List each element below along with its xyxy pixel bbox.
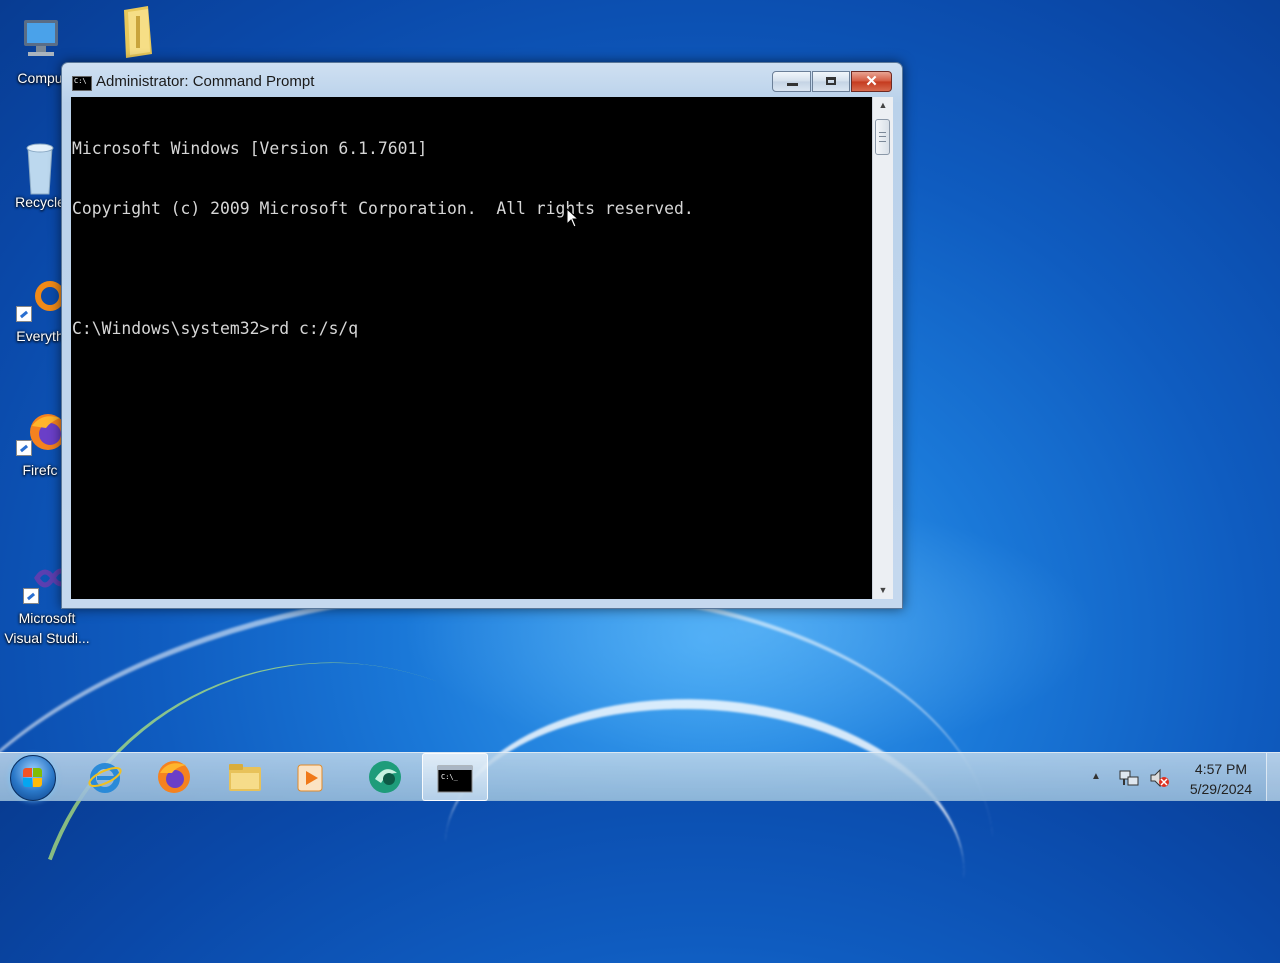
ie-icon xyxy=(87,759,123,795)
desktop-icon-label: Firefc xyxy=(22,462,58,478)
desktop-icon-folder[interactable] xyxy=(88,4,184,58)
desktop-icon-label: Everyth xyxy=(16,328,64,344)
everything-search-icon xyxy=(16,274,65,322)
app-icon xyxy=(367,759,403,795)
shortcut-arrow-icon xyxy=(16,440,32,456)
close-button[interactable]: ✕ xyxy=(851,71,892,92)
cmd-icon: C:\_ xyxy=(437,760,473,796)
recycle-bin-icon xyxy=(16,140,64,195)
maximize-button[interactable] xyxy=(812,71,850,92)
start-button[interactable] xyxy=(10,755,56,801)
svg-text:C:\_: C:\_ xyxy=(441,773,459,781)
taskbar-item-app[interactable] xyxy=(354,753,416,801)
computer-icon xyxy=(16,16,64,64)
desktop-icon-label: Microsoft Visual Studi... xyxy=(4,610,90,646)
show-hidden-icons-icon[interactable]: ▲ xyxy=(1088,769,1104,785)
close-icon: ✕ xyxy=(865,73,878,90)
scroll-thumb[interactable] xyxy=(875,119,890,155)
clock-date: 5/29/2024 xyxy=(1189,781,1253,797)
title-bar[interactable]: Administrator: Command Prompt ✕ xyxy=(62,63,902,97)
vertical-scrollbar[interactable]: ▲ ▼ xyxy=(872,97,893,599)
taskbar-item-firefox[interactable] xyxy=(143,753,205,801)
console-output[interactable]: Microsoft Windows [Version 6.1.7601] Cop… xyxy=(71,97,872,599)
show-desktop-button[interactable] xyxy=(1266,753,1280,801)
volume-muted-icon[interactable] xyxy=(1148,767,1170,789)
folder-icon xyxy=(227,759,263,795)
console-prompt-line: C:\Windows\system32>rd c:/s/q xyxy=(72,319,359,338)
taskbar-item-command-prompt[interactable]: C:\_ xyxy=(422,753,488,801)
desktop-icon-label: Compu xyxy=(17,70,63,86)
network-icon[interactable] xyxy=(1118,767,1140,789)
console-line: Copyright (c) 2009 Microsoft Corporation… xyxy=(72,199,694,218)
console-line: Microsoft Windows [Version 6.1.7601] xyxy=(72,139,428,158)
command-prompt-window[interactable]: Administrator: Command Prompt ✕ Microsof… xyxy=(61,62,903,609)
clock[interactable]: 4:57 PM 5/29/2024 xyxy=(1176,759,1266,799)
firefox-icon xyxy=(16,408,66,456)
maximize-icon xyxy=(826,77,836,85)
desktop-icon-label: Recycle xyxy=(15,194,65,210)
windows-flag-icon xyxy=(23,768,43,788)
cmd-icon xyxy=(72,76,92,91)
scroll-down-arrow-icon[interactable]: ▼ xyxy=(873,582,893,599)
taskbar-item-media-player[interactable] xyxy=(279,753,341,801)
taskbar-item-internet-explorer[interactable] xyxy=(74,753,136,801)
taskbar-item-windows-explorer[interactable] xyxy=(214,753,276,801)
window-title: Administrator: Command Prompt xyxy=(96,73,315,90)
minimize-button[interactable] xyxy=(772,71,811,92)
shortcut-arrow-icon xyxy=(23,588,39,604)
scroll-up-arrow-icon[interactable]: ▲ xyxy=(873,97,893,114)
folder-icon xyxy=(112,4,160,58)
firefox-icon xyxy=(156,759,192,795)
clock-time: 4:57 PM xyxy=(1194,761,1248,777)
minimize-icon xyxy=(787,83,798,86)
shortcut-arrow-icon xyxy=(16,306,32,322)
media-player-icon xyxy=(292,759,328,795)
taskbar: C:\_ ▲ 4:57 PM 5/29/2024 xyxy=(0,752,1280,801)
